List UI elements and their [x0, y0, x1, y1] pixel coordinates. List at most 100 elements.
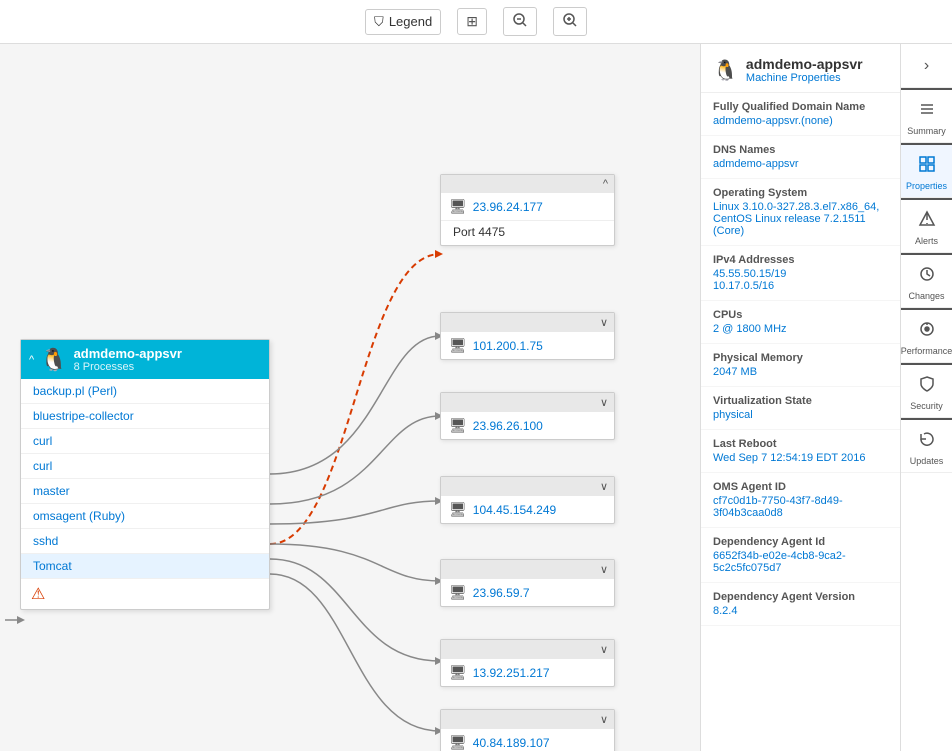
sidebar-item-summary[interactable]: Summary: [901, 88, 952, 143]
remote-node-2-ip: 101.200.1.75: [473, 339, 543, 353]
process-row[interactable]: bluestripe-collector: [21, 404, 269, 429]
monitor-icon-7: 🖥: [449, 734, 467, 751]
card-footer: ⚠: [21, 578, 269, 609]
main-area: ^ 🐧 admdemo-appsvr 8 Processes backup.pl…: [0, 44, 952, 751]
collapse-icon-5: ∨: [600, 563, 608, 576]
legend-icon: ⛉: [374, 14, 384, 30]
collapse-icon-4: ∨: [600, 480, 608, 493]
alerts-icon: [918, 210, 936, 233]
process-row[interactable]: master: [21, 479, 269, 504]
process-row[interactable]: sshd: [21, 529, 269, 554]
changes-label: Changes: [908, 291, 944, 301]
sidebar-item-changes[interactable]: Changes: [901, 253, 952, 308]
property-dep-ver-value: 8.2.4: [713, 605, 888, 617]
monitor-icon-6: 🖥: [449, 664, 467, 681]
collapse-icon-7: ∨: [600, 713, 608, 726]
remote-node-3-header[interactable]: ∨: [441, 393, 614, 412]
property-ipv4: IPv4 Addresses 45.55.50.15/1910.17.0.5/1…: [701, 246, 900, 301]
collapse-icon-6: ∨: [600, 643, 608, 656]
process-row[interactable]: curl: [21, 429, 269, 454]
collapse-button[interactable]: ^: [29, 354, 34, 366]
panel-title: admdemo-appsvr: [746, 56, 863, 72]
panel-header-icon: 🐧: [713, 58, 738, 83]
machine-card-title: admdemo-appsvr: [74, 346, 182, 361]
process-name: bluestripe-collector: [33, 409, 134, 423]
process-row[interactable]: backup.pl (Perl): [21, 379, 269, 404]
remote-node-2-header[interactable]: ∨: [441, 313, 614, 332]
process-name: sshd: [33, 534, 58, 548]
remote-node-7-body: 🖥 40.84.189.107: [441, 729, 614, 751]
property-os-value: Linux 3.10.0-327.28.3.el7.x86_64, CentOS…: [713, 201, 888, 237]
legend-button[interactable]: ⛉ Legend: [365, 9, 441, 35]
remote-node-3: ∨ 🖥 23.96.26.100: [440, 392, 615, 440]
machine-card-header[interactable]: ^ 🐧 admdemo-appsvr 8 Processes: [21, 340, 269, 379]
performance-label: Performance: [901, 346, 952, 356]
property-oms-value: cf7c0d1b-7750-43f7-8d49-3f04b3caa0d8: [713, 495, 888, 519]
property-cpus-value: 2 @ 1800 MHz: [713, 323, 888, 335]
canvas: ^ 🐧 admdemo-appsvr 8 Processes backup.pl…: [0, 44, 700, 751]
sidebar-item-performance[interactable]: Performance: [901, 308, 952, 363]
legend-label: Legend: [389, 14, 432, 29]
property-reboot-value: Wed Sep 7 12:54:19 EDT 2016: [713, 452, 888, 464]
zoom-in-button[interactable]: [553, 7, 587, 36]
remote-node-4-header[interactable]: ∨: [441, 477, 614, 496]
machine-card-body: backup.pl (Perl) bluestripe-collector cu…: [21, 379, 269, 578]
property-ipv4-value: 45.55.50.15/1910.17.0.5/16: [713, 268, 888, 292]
remote-node-6-ip: 13.92.251.217: [473, 666, 550, 680]
warning-icon: ⚠: [31, 586, 45, 603]
remote-node-5-header[interactable]: ∨: [441, 560, 614, 579]
changes-icon: [918, 265, 936, 288]
properties-panel: 🐧 admdemo-appsvr Machine Properties Full…: [700, 44, 900, 751]
machine-os-icon: 🐧: [40, 347, 67, 373]
collapse-icon-2: ∨: [600, 316, 608, 329]
property-reboot-label: Last Reboot: [713, 438, 888, 450]
security-label: Security: [910, 401, 943, 411]
remote-node-7-header[interactable]: ∨: [441, 710, 614, 729]
zoom-out-button[interactable]: [503, 7, 537, 36]
updates-icon: [918, 430, 936, 453]
properties-icon: [918, 155, 936, 178]
process-name: curl: [33, 434, 52, 448]
security-icon: [918, 375, 936, 398]
monitor-icon-2: 🖥: [449, 337, 467, 354]
process-row-tomcat[interactable]: Tomcat: [21, 554, 269, 578]
property-ipv4-label: IPv4 Addresses: [713, 254, 888, 266]
remote-node-2-body: 🖥 101.200.1.75: [441, 332, 614, 359]
remote-node-1: ^ 🖥 23.96.24.177 Port 4475: [440, 174, 615, 246]
property-memory: Physical Memory 2047 MB: [701, 344, 900, 387]
process-row[interactable]: curl: [21, 454, 269, 479]
collapse-icon: ^: [603, 178, 608, 190]
remote-node-5-body: 🖥 23.96.59.7: [441, 579, 614, 606]
property-oms: OMS Agent ID cf7c0d1b-7750-43f7-8d49-3f0…: [701, 473, 900, 528]
machine-card-subtitle: 8 Processes: [74, 361, 182, 373]
panel-header: 🐧 admdemo-appsvr Machine Properties: [701, 44, 900, 93]
sidebar-item-properties[interactable]: Properties: [901, 143, 952, 198]
remote-node-1-body: 🖥 23.96.24.177: [441, 193, 614, 220]
property-fqdn-label: Fully Qualified Domain Name: [713, 101, 888, 113]
sidebar-expand-button[interactable]: ›: [901, 44, 952, 88]
process-name: backup.pl (Perl): [33, 384, 117, 398]
sidebar-item-security[interactable]: Security: [901, 363, 952, 418]
collapse-icon-3: ∨: [600, 396, 608, 409]
fit-zoom-button[interactable]: ⊞: [457, 8, 487, 35]
remote-node-1-ip: 23.96.24.177: [473, 200, 543, 214]
process-row[interactable]: omsagent (Ruby): [21, 504, 269, 529]
port-label: Port 4475: [441, 220, 614, 245]
remote-node-4: ∨ 🖥 104.45.154.249: [440, 476, 615, 524]
remote-node-6: ∨ 🖥 13.92.251.217: [440, 639, 615, 687]
property-dns-label: DNS Names: [713, 144, 888, 156]
property-dns: DNS Names admdemo-appsvr: [701, 136, 900, 179]
monitor-icon-3: 🖥: [449, 417, 467, 434]
monitor-icon-5: 🖥: [449, 584, 467, 601]
property-fqdn: Fully Qualified Domain Name admdemo-apps…: [701, 93, 900, 136]
toolbar: ⛉ Legend ⊞: [0, 0, 952, 44]
sidebar-item-updates[interactable]: Updates: [901, 418, 952, 473]
remote-node-5-ip: 23.96.59.7: [473, 586, 530, 600]
right-sidebar: › Summary Properties: [900, 44, 952, 751]
remote-node-6-header[interactable]: ∨: [441, 640, 614, 659]
sidebar-item-alerts[interactable]: Alerts: [901, 198, 952, 253]
remote-node-1-header[interactable]: ^: [441, 175, 614, 193]
property-fqdn-value: admdemo-appsvr.(none): [713, 115, 888, 127]
property-dep-id-label: Dependency Agent Id: [713, 536, 888, 548]
remote-node-4-ip: 104.45.154.249: [473, 503, 556, 517]
